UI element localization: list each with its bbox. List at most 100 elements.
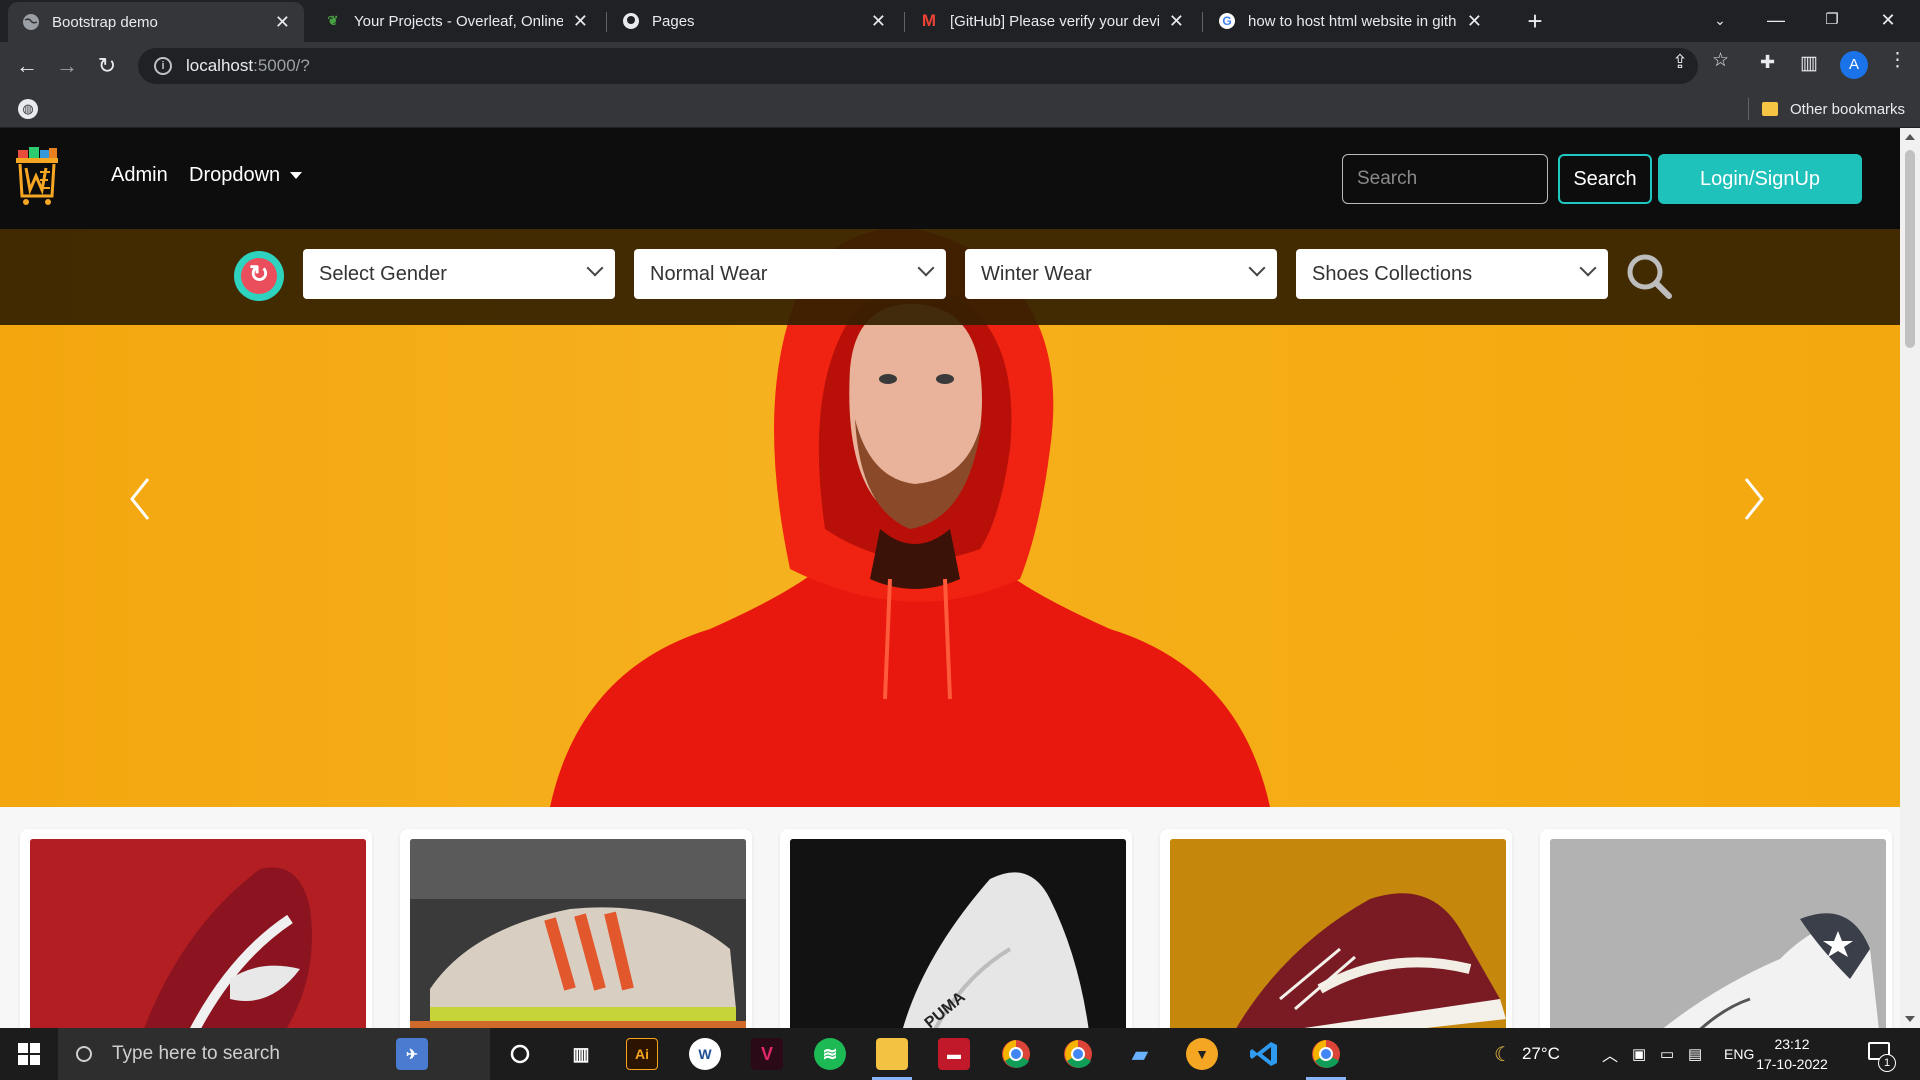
windows-taskbar: Type here to search ✈ ▥ Ai W V ≋ ▬ ▰ ▼ ☾… (0, 1028, 1920, 1080)
chevron-down-icon (586, 259, 604, 277)
tab-pages[interactable]: Pages ✕ (608, 0, 900, 42)
close-icon[interactable]: ✕ (275, 12, 290, 33)
restore-button[interactable]: ❐ (1804, 0, 1860, 42)
minimize-button[interactable]: — (1748, 0, 1804, 42)
side-panel-icon[interactable]: ▥ (1800, 52, 1818, 75)
windows-start-icon[interactable] (18, 1043, 40, 1065)
gender-select[interactable]: Select Gender (303, 249, 615, 299)
nav-dropdown[interactable]: Dropdown (189, 164, 303, 187)
reset-filter-button[interactable]: ↻ (234, 251, 284, 301)
browser-tab-strip: Bootstrap demo ✕ ❦ Your Projects - Overl… (0, 0, 1920, 42)
meet-now-icon[interactable]: ▣ (1632, 1028, 1646, 1080)
other-bookmarks-label: Other bookmarks (1790, 100, 1906, 118)
red-app-icon[interactable]: ▬ (938, 1038, 970, 1070)
tab-title: [GitHub] Please verify your devic (950, 12, 1159, 30)
chrome-icon[interactable] (1000, 1038, 1032, 1070)
filter-search-icon[interactable] (1624, 251, 1674, 301)
extensions-puzzle-icon[interactable]: ✚ (1760, 52, 1775, 73)
travel-widget-icon[interactable]: ✈ (396, 1038, 428, 1070)
navbar-search-input[interactable] (1342, 154, 1548, 204)
tab-title: how to host html website in githu (1248, 12, 1457, 30)
page-scrollbar[interactable] (1900, 128, 1920, 1028)
gmail-icon: M (921, 11, 937, 30)
winter-wear-select[interactable]: Winter Wear (965, 249, 1277, 299)
site-logo[interactable] (12, 144, 60, 210)
taskbar-search-placeholder: Type here to search (112, 1043, 280, 1064)
github-icon (622, 12, 640, 30)
remote-desktop-icon[interactable]: ▰ (1124, 1038, 1156, 1070)
tab-separator (904, 12, 905, 32)
product-card[interactable] (20, 829, 372, 1028)
folder-icon (1762, 102, 1778, 116)
share-icon[interactable]: ⇪ (1672, 51, 1688, 74)
profile-avatar[interactable]: A (1840, 51, 1868, 79)
carousel-next-icon[interactable] (1734, 469, 1774, 529)
close-icon[interactable]: ✕ (1169, 11, 1184, 32)
window-close-button[interactable]: ✕ (1860, 0, 1916, 42)
login-signup-button[interactable]: Login/SignUp (1658, 154, 1862, 204)
wps-office-icon[interactable]: W (689, 1038, 721, 1070)
product-image-maroon-vans-shoe (1170, 839, 1506, 1028)
new-tab-button[interactable]: + (1520, 6, 1550, 36)
clock-time: 23:12 (1774, 1036, 1810, 1052)
system-clock[interactable]: 23:12 17-10-2022 (1752, 1034, 1832, 1074)
scroll-thumb[interactable] (1905, 150, 1915, 348)
product-card[interactable]: PUMA (780, 829, 1132, 1028)
task-view-icon[interactable]: ▥ (565, 1038, 597, 1070)
product-image-white-puma-shoe: PUMA (790, 839, 1126, 1028)
network-icon[interactable]: ▤ (1688, 1028, 1702, 1080)
weather-widget[interactable]: ☾ 27°C (1494, 1028, 1560, 1080)
scroll-up-icon[interactable] (1905, 134, 1915, 140)
tab-separator (1202, 12, 1203, 32)
product-card[interactable] (1160, 829, 1512, 1028)
nav-link-admin[interactable]: Admin (111, 164, 168, 187)
close-icon[interactable]: ✕ (1467, 11, 1482, 32)
tab-gmail[interactable]: M [GitHub] Please verify your devic ✕ (906, 0, 1198, 42)
overleaf-icon: ❦ (327, 13, 339, 28)
globe-bookmark-icon[interactable]: ◍ (18, 99, 38, 119)
scroll-down-icon[interactable] (1905, 1016, 1915, 1022)
spotify-icon[interactable]: ≋ (814, 1038, 846, 1070)
nav-dropdown-label: Dropdown (189, 164, 281, 186)
info-icon[interactable]: i (154, 57, 172, 75)
product-card[interactable] (400, 829, 752, 1028)
carousel-prev-icon[interactable] (120, 469, 160, 529)
vscode-icon[interactable] (1248, 1038, 1280, 1070)
weather-temperature: 27°C (1521, 1044, 1560, 1063)
normal-wear-select[interactable]: Normal Wear (634, 249, 946, 299)
tab-bootstrap-demo[interactable]: Bootstrap demo ✕ (8, 2, 304, 42)
normal-wear-select-value: Normal Wear (650, 262, 768, 285)
show-hidden-icons-chevron-icon[interactable]: ︿ (1602, 1028, 1618, 1080)
close-icon[interactable]: ✕ (573, 11, 588, 32)
tab-search-chevron-icon[interactable]: ⌄ (1692, 0, 1748, 42)
other-bookmarks[interactable]: Other bookmarks (1762, 90, 1905, 128)
navbar-search-button[interactable]: Search (1558, 154, 1652, 204)
tab-google[interactable]: G how to host html website in githu ✕ (1204, 0, 1496, 42)
language-indicator[interactable]: ENG (1724, 1028, 1754, 1080)
filter-bar: ↻ Select Gender Normal Wear Winter Wear … (0, 229, 1900, 325)
cortana-icon[interactable] (504, 1038, 536, 1070)
product-card-row: PUMA (0, 807, 1900, 1028)
address-bar[interactable]: i localhost:5000/? (138, 48, 1698, 84)
tab-overleaf[interactable]: ❦ Your Projects - Overleaf, Online L ✕ (310, 0, 602, 42)
bookmarks-bar: ◍ Other bookmarks (0, 90, 1920, 128)
kebab-menu-icon[interactable]: ⋮ (1888, 49, 1907, 72)
close-icon[interactable]: ✕ (871, 11, 886, 32)
chrome-profile-icon[interactable] (1062, 1038, 1094, 1070)
chevron-down-icon (1248, 259, 1266, 277)
bookmark-star-icon[interactable]: ☆ (1712, 49, 1729, 72)
file-explorer-icon[interactable] (876, 1038, 908, 1070)
back-arrow-icon[interactable]: ← (12, 51, 42, 81)
brave-browser-icon[interactable]: ▼ (1186, 1038, 1218, 1070)
vectorize-app-icon[interactable]: V (751, 1038, 783, 1070)
caret-down-icon (290, 172, 303, 180)
web-page: Admin Dropdown Search Login/SignUp ↻ Sel… (0, 128, 1900, 1028)
product-card[interactable] (1540, 829, 1892, 1028)
chrome-active-icon[interactable] (1310, 1038, 1342, 1070)
shoes-collections-select[interactable]: Shoes Collections (1296, 249, 1608, 299)
battery-icon[interactable]: ▭ (1660, 1028, 1674, 1080)
svg-text:G: G (1222, 14, 1231, 28)
forward-arrow-icon[interactable]: → (52, 51, 82, 81)
reload-icon[interactable]: ↻ (92, 51, 122, 81)
adobe-illustrator-icon[interactable]: Ai (626, 1038, 658, 1070)
